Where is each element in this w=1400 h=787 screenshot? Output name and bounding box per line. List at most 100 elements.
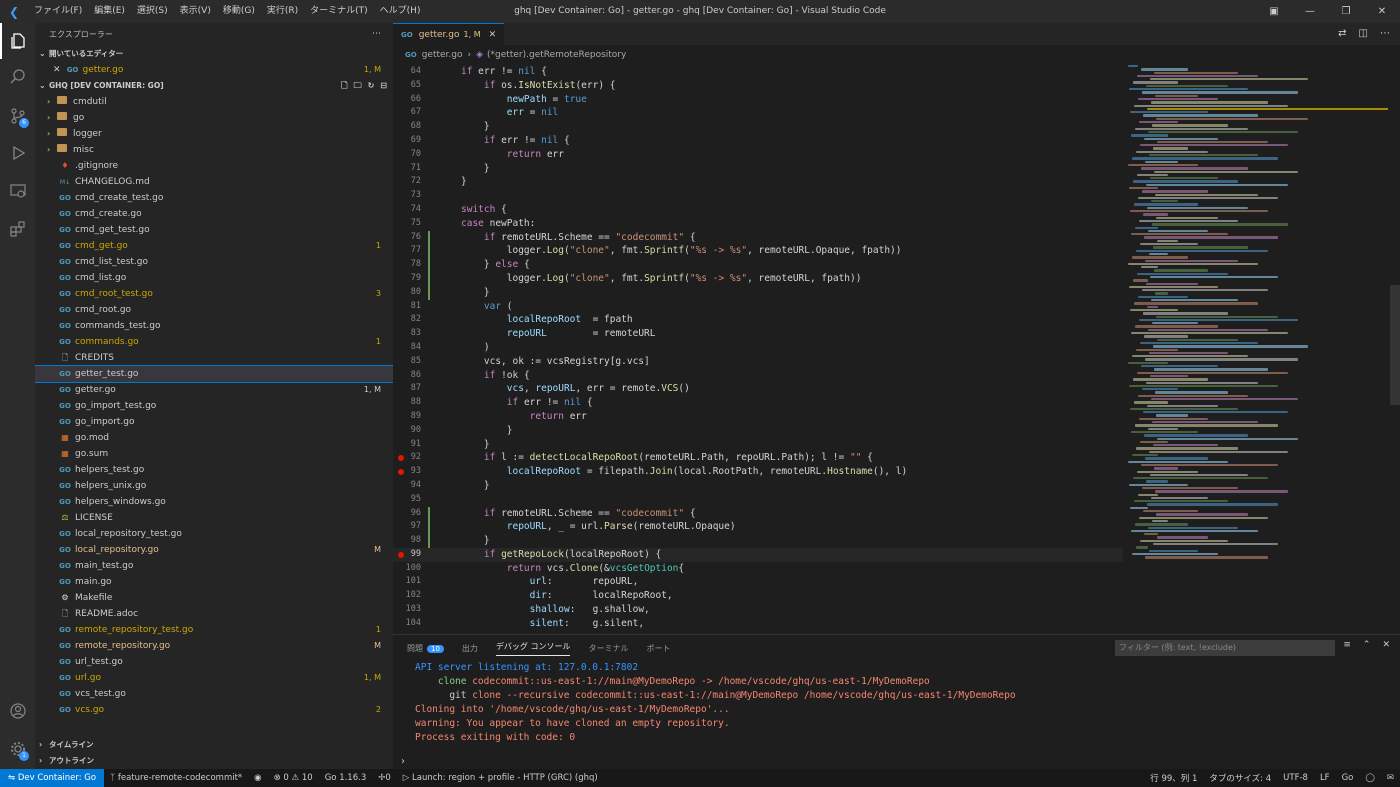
- code-line[interactable]: 101 url: repoURL,: [393, 575, 1123, 589]
- code-line[interactable]: 99 if getRepoLock(localRepoRoot) {: [393, 547, 1123, 562]
- code-line[interactable]: 90 }: [393, 424, 1123, 438]
- tree-item-vcs-go[interactable]: GO vcs.go 2: [35, 702, 393, 718]
- notifications-bell-icon[interactable]: ✉: [1381, 773, 1400, 783]
- minimap[interactable]: [1128, 65, 1388, 634]
- explorer-icon[interactable]: [0, 23, 35, 59]
- editor-scrollbar[interactable]: [1390, 65, 1400, 634]
- code-line[interactable]: 82 localRepoRoot = fpath: [393, 313, 1123, 327]
- eol[interactable]: LF: [1314, 773, 1336, 783]
- code-line[interactable]: 104 silent: g.silent,: [393, 617, 1123, 631]
- code-line[interactable]: 79 logger.Log("clone", fmt.Sprintf("%s -…: [393, 271, 1123, 286]
- tree-item-license[interactable]: ⚖ LICENSE: [35, 510, 393, 526]
- tree-item-cmd-get-test-go[interactable]: GO cmd_get_test.go: [35, 222, 393, 238]
- menu-4[interactable]: 移動(G): [217, 0, 261, 23]
- tab-debug-console[interactable]: デバッグ コンソール: [495, 641, 571, 656]
- cursor-position[interactable]: 行 99、列 1: [1144, 772, 1203, 784]
- tab-ports[interactable]: ポート: [646, 643, 670, 654]
- refresh-icon[interactable]: ↻: [368, 78, 375, 94]
- code-line[interactable]: 73: [393, 189, 1123, 203]
- tree-item-remote-repository-test-go[interactable]: GO remote_repository_test.go 1: [35, 622, 393, 638]
- breadcrumb-symbol[interactable]: (*getter).getRemoteRepository: [487, 45, 626, 65]
- new-file-icon[interactable]: 🗋: [341, 78, 347, 94]
- tree-item-url-test-go[interactable]: GO url_test.go: [35, 654, 393, 670]
- scroll-thumb[interactable]: [1390, 285, 1400, 405]
- tree-item-cmd-root-go[interactable]: GO cmd_root.go: [35, 302, 393, 318]
- layout-icon[interactable]: ▣: [1256, 0, 1292, 23]
- console-filter-input[interactable]: フィルター (例: text, !exclude): [1115, 640, 1335, 656]
- code-line[interactable]: 88 if err != nil {: [393, 396, 1123, 410]
- code-line[interactable]: 93 localRepoRoot = filepath.Join(local.R…: [393, 465, 1123, 479]
- tab-output[interactable]: 出力: [462, 643, 478, 654]
- close-button[interactable]: ✕: [1364, 0, 1400, 23]
- breadcrumb-file[interactable]: getter.go: [422, 45, 463, 65]
- tree-item-makefile[interactable]: ⚙ Makefile: [35, 590, 393, 606]
- tree-item-changelog-md[interactable]: M↓ CHANGELOG.md: [35, 174, 393, 190]
- branch-item[interactable]: ᛉ feature-remote-codecommit*: [104, 773, 248, 783]
- tab-size[interactable]: タブのサイズ: 4: [1203, 772, 1277, 784]
- menu-0[interactable]: ファイル(F): [28, 0, 88, 23]
- launch-config[interactable]: ▷ Launch: region + profile - HTTP (GRC) …: [397, 773, 604, 783]
- live-share-icon[interactable]: ◯: [1359, 773, 1381, 783]
- tree-item-credits[interactable]: 🗋 CREDITS: [35, 350, 393, 366]
- tree-item-helpers-windows-go[interactable]: GO helpers_windows.go: [35, 494, 393, 510]
- tree-item-vcs-test-go[interactable]: GO vcs_test.go: [35, 686, 393, 702]
- settings-gear-icon[interactable]: 1: [0, 731, 35, 767]
- code-line[interactable]: 97 repoURL, _ = url.Parse(remoteURL.Opaq…: [393, 520, 1123, 535]
- tree-item-local-repository-test-go[interactable]: GO local_repository_test.go: [35, 526, 393, 542]
- search-icon[interactable]: [0, 59, 35, 95]
- tree-item-cmd-get-go[interactable]: GO cmd_get.go 1: [35, 238, 393, 254]
- menu-3[interactable]: 表示(V): [174, 0, 217, 23]
- tab-getter-go[interactable]: GO getter.go 1, M ✕: [393, 23, 505, 45]
- tab-problems[interactable]: 問題 10: [407, 643, 444, 654]
- code-line[interactable]: 94 }: [393, 479, 1123, 493]
- tree-item-logger[interactable]: › logger: [35, 126, 393, 142]
- code-line[interactable]: 96 if remoteURL.Scheme == "codecommit" {: [393, 506, 1123, 521]
- maximize-button[interactable]: ❐: [1328, 0, 1364, 23]
- code-line[interactable]: 66 newPath = true: [393, 93, 1123, 107]
- problems-item[interactable]: ⊗ 0 ⚠ 10: [268, 773, 319, 783]
- code-line[interactable]: 75 case newPath:: [393, 217, 1123, 231]
- console-input-chevron-icon[interactable]: ›: [401, 756, 405, 767]
- close-panel-icon[interactable]: ✕: [1382, 640, 1390, 650]
- tab-close-icon[interactable]: ✕: [489, 30, 497, 40]
- tree-item-readme-adoc[interactable]: 🗋 README.adoc: [35, 606, 393, 622]
- go-version[interactable]: Go 1.16.3: [319, 773, 373, 783]
- tree-item-cmd-create-test-go[interactable]: GO cmd_create_test.go: [35, 190, 393, 206]
- tree-item-commands-go[interactable]: GO commands.go 1: [35, 334, 393, 350]
- account-icon[interactable]: [0, 693, 35, 729]
- code-line[interactable]: 98 }: [393, 534, 1123, 549]
- menu-2[interactable]: 選択(S): [131, 0, 174, 23]
- tree-item-go-import-go[interactable]: GO go_import.go: [35, 414, 393, 430]
- code-view[interactable]: 64 if err != nil {65 if os.IsNotExist(err…: [393, 65, 1123, 634]
- compare-changes-icon[interactable]: ⇄: [1338, 23, 1346, 45]
- code-line[interactable]: 91 }: [393, 438, 1123, 452]
- ports-item[interactable]: ✢0: [372, 773, 397, 783]
- tree-item--gitignore[interactable]: ♦ .gitignore: [35, 158, 393, 174]
- close-icon[interactable]: ✕: [53, 62, 61, 78]
- remote-indicator[interactable]: ⇋ Dev Container: Go: [0, 769, 105, 787]
- code-line[interactable]: 84 ): [393, 341, 1123, 355]
- menu-5[interactable]: 実行(R): [261, 0, 304, 23]
- tree-item-remote-repository-go[interactable]: GO remote_repository.go M: [35, 638, 393, 654]
- code-line[interactable]: 70 return err: [393, 148, 1123, 162]
- tree-item-go-sum[interactable]: ▦ go.sum: [35, 446, 393, 462]
- open-editors-header[interactable]: ⌄ 開いているエディター: [35, 46, 393, 62]
- code-line[interactable]: 74 switch {: [393, 203, 1123, 217]
- sync-icon[interactable]: ◉: [248, 773, 267, 783]
- tree-item-cmd-create-go[interactable]: GO cmd_create.go: [35, 206, 393, 222]
- tree-item-cmdutil[interactable]: › cmdutil: [35, 94, 393, 110]
- menu-6[interactable]: ターミナル(T): [304, 0, 374, 23]
- timeline-header[interactable]: › タイムライン: [35, 737, 393, 753]
- more-actions-icon[interactable]: ⋯: [372, 23, 381, 46]
- code-line[interactable]: 76 if remoteURL.Scheme == "codecommit" {: [393, 230, 1123, 245]
- code-line[interactable]: 85 vcs, ok := vcsRegistry[g.vcs]: [393, 355, 1123, 369]
- extensions-icon[interactable]: [0, 211, 35, 247]
- code-line[interactable]: 87 vcs, repoURL, err = remote.VCS(): [393, 382, 1123, 396]
- open-editor-item[interactable]: ✕ GO getter.go 1, M: [35, 62, 393, 78]
- code-line[interactable]: 95: [393, 493, 1123, 507]
- source-control-icon[interactable]: 6: [0, 98, 35, 134]
- tree-item-go-mod[interactable]: ▦ go.mod: [35, 430, 393, 446]
- tree-item-helpers-unix-go[interactable]: GO helpers_unix.go: [35, 478, 393, 494]
- code-line[interactable]: 77 logger.Log("clone", fmt.Sprintf("%s -…: [393, 244, 1123, 259]
- minimize-button[interactable]: —: [1292, 0, 1328, 23]
